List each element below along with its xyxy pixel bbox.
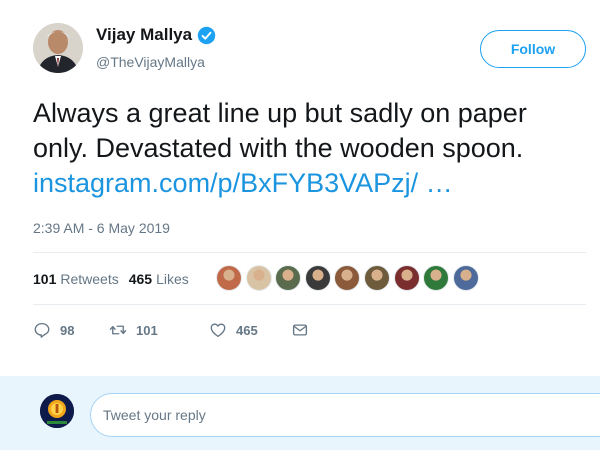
retweet-icon	[109, 325, 127, 335]
follow-button[interactable]: Follow	[480, 30, 586, 68]
reply-placeholder: Tweet your reply	[103, 407, 206, 423]
tweet-stats: 101 Retweets 465 Likes	[33, 271, 199, 287]
likes-stat[interactable]: 465 Likes	[129, 271, 189, 287]
reply-input[interactable]: Tweet your reply	[90, 393, 600, 437]
tweet-text-line-2: only. Devastated with the wooden spoon.	[33, 133, 524, 163]
like-action[interactable]: 465	[209, 321, 291, 339]
liker-avatar[interactable]	[334, 265, 361, 291]
divider-bottom	[33, 304, 586, 305]
author-avatar[interactable]	[33, 23, 83, 73]
liker-avatars	[216, 265, 482, 291]
liker-avatar[interactable]	[275, 265, 302, 291]
divider-top	[33, 252, 586, 253]
author-name[interactable]: Vijay Mallya	[96, 25, 192, 45]
reply-icon	[34, 322, 50, 338]
reply-action[interactable]: 98	[33, 321, 103, 339]
tweet-link[interactable]: instagram.com/p/BxFYB3VAPzj/ …	[33, 166, 593, 201]
tweet-timestamp[interactable]: 2:39 AM - 6 May 2019	[33, 220, 170, 236]
retweet-count: 101	[136, 322, 158, 338]
liker-avatar[interactable]	[423, 265, 450, 291]
liker-avatar[interactable]	[452, 265, 479, 291]
tweet-text-line-1: Always a great line up but sadly on pape…	[33, 98, 527, 128]
retweets-stat[interactable]: 101 Retweets	[33, 271, 119, 287]
author-name-row: Vijay Mallya	[96, 25, 216, 45]
current-user-avatar[interactable]	[40, 394, 74, 428]
liker-avatar[interactable]	[363, 265, 390, 291]
retweet-action[interactable]: 101	[109, 321, 209, 339]
likes-count: 465	[128, 271, 153, 287]
reply-count: 98	[60, 322, 75, 338]
liker-avatar[interactable]	[304, 265, 331, 291]
retweets-label: Retweets	[60, 271, 119, 287]
mail-icon	[292, 324, 308, 336]
tweet-text: Always a great line up but sadly on pape…	[33, 96, 593, 201]
verified-badge-icon	[197, 26, 216, 44]
like-count: 465	[236, 322, 258, 338]
direct-message-action[interactable]	[291, 321, 309, 339]
likes-label: Likes	[156, 271, 189, 287]
author-handle[interactable]: @TheVijayMallya	[96, 54, 205, 70]
liker-avatar[interactable]	[245, 265, 272, 291]
tweet-actions: 98 101 465	[33, 321, 309, 339]
liker-avatar[interactable]	[393, 265, 420, 291]
liker-avatar[interactable]	[216, 265, 242, 291]
heart-icon	[210, 323, 226, 338]
retweets-count: 101	[33, 271, 57, 287]
